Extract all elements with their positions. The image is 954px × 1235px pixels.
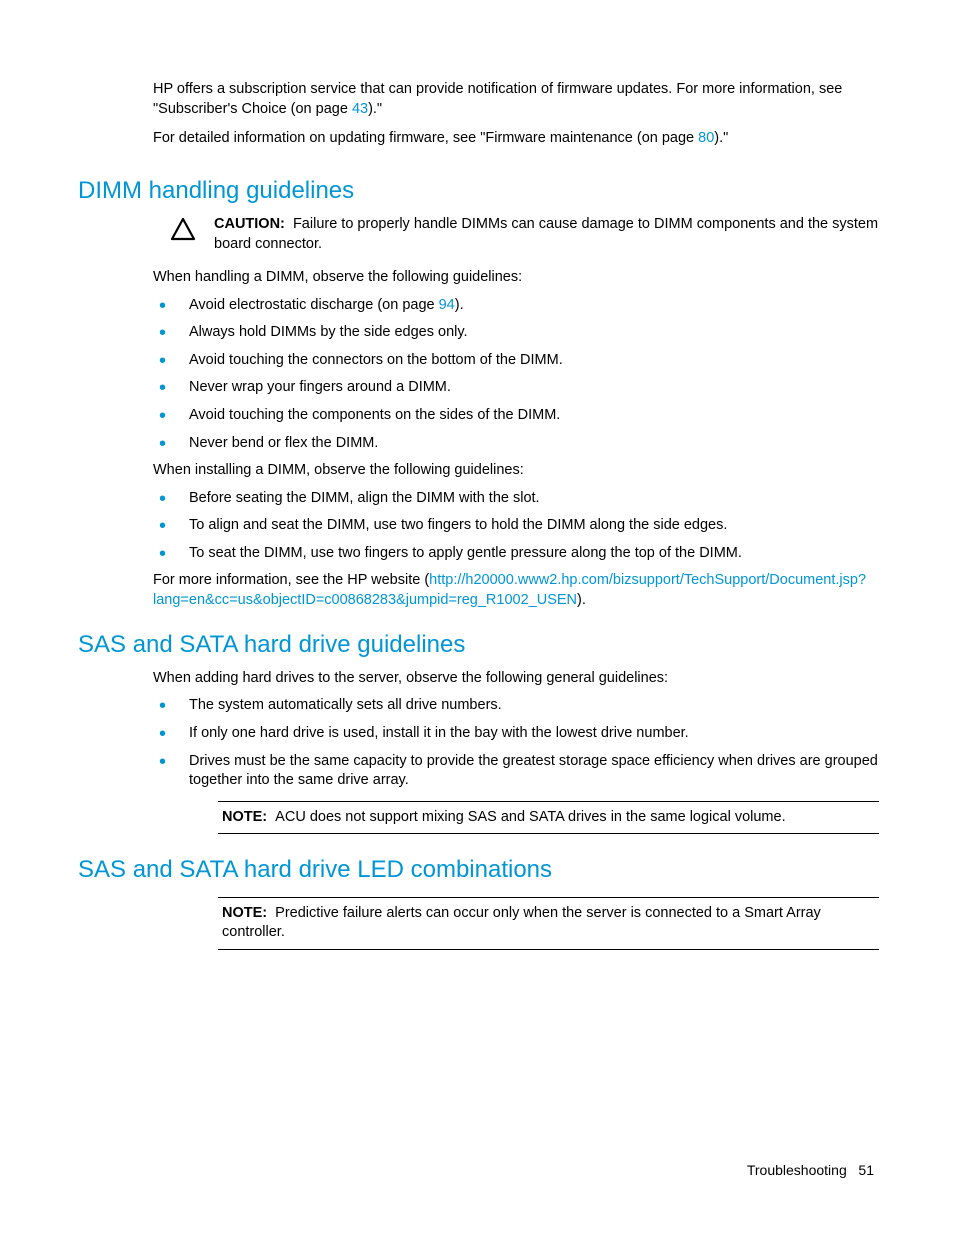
list-item: The system automatically sets all drive … bbox=[153, 696, 879, 716]
list-item: Never wrap your fingers around a DIMM. bbox=[153, 378, 879, 398]
heading-led: SAS and SATA hard drive LED combinations bbox=[78, 854, 879, 886]
dimm-handling-list: Avoid electrostatic discharge (on page 9… bbox=[153, 296, 879, 453]
led-note-box: NOTE: Predictive failure alerts can occu… bbox=[218, 897, 879, 950]
note-body: Predictive failure alerts can occur only… bbox=[222, 905, 821, 941]
list-item: To align and seat the DIMM, use two fing… bbox=[153, 516, 879, 536]
page-footer: Troubleshooting 51 bbox=[747, 1161, 874, 1180]
text: )." bbox=[368, 101, 382, 117]
heading-sas: SAS and SATA hard drive guidelines bbox=[78, 629, 879, 661]
caution-icon bbox=[170, 217, 196, 241]
dimm-more-info: For more information, see the HP website… bbox=[153, 571, 879, 610]
heading-dimm: DIMM handling guidelines bbox=[78, 175, 879, 207]
page-link-94[interactable]: 94 bbox=[439, 297, 455, 313]
dimm-installing-intro: When installing a DIMM, observe the foll… bbox=[153, 461, 879, 481]
sas-intro: When adding hard drives to the server, o… bbox=[153, 669, 879, 689]
sas-note-box: NOTE: ACU does not support mixing SAS an… bbox=[218, 801, 879, 835]
sas-list: The system automatically sets all drive … bbox=[153, 696, 879, 790]
page-container: HP offers a subscription service that ca… bbox=[0, 0, 954, 1235]
caution-body: Failure to properly handle DIMMs can cau… bbox=[214, 216, 878, 252]
intro-para-1: HP offers a subscription service that ca… bbox=[153, 80, 879, 119]
text: For more information, see the HP website… bbox=[153, 572, 429, 588]
text: Avoid electrostatic discharge (on page bbox=[189, 297, 439, 313]
intro-block: HP offers a subscription service that ca… bbox=[153, 80, 879, 149]
footer-page-number: 51 bbox=[858, 1162, 874, 1178]
note-body: ACU does not support mixing SAS and SATA… bbox=[275, 809, 785, 825]
caution-callout: CAUTION: Failure to properly handle DIMM… bbox=[170, 215, 879, 254]
text: ). bbox=[577, 592, 586, 608]
caution-text-block: CAUTION: Failure to properly handle DIMM… bbox=[214, 215, 879, 254]
text: )." bbox=[714, 130, 728, 146]
page-link-43[interactable]: 43 bbox=[352, 101, 368, 117]
list-item: Drives must be the same capacity to prov… bbox=[153, 752, 879, 791]
text: For detailed information on updating fir… bbox=[153, 130, 698, 146]
list-item: Avoid touching the components on the sid… bbox=[153, 406, 879, 426]
list-item: To seat the DIMM, use two fingers to app… bbox=[153, 544, 879, 564]
list-item: Before seating the DIMM, align the DIMM … bbox=[153, 489, 879, 509]
text: ). bbox=[455, 297, 464, 313]
text: HP offers a subscription service that ca… bbox=[153, 81, 842, 117]
note-label: NOTE: bbox=[222, 809, 267, 825]
note-label: NOTE: bbox=[222, 905, 267, 921]
intro-para-2: For detailed information on updating fir… bbox=[153, 129, 879, 149]
list-item: Avoid touching the connectors on the bot… bbox=[153, 351, 879, 371]
list-item: Never bend or flex the DIMM. bbox=[153, 434, 879, 454]
list-item: If only one hard drive is used, install … bbox=[153, 724, 879, 744]
list-item: Always hold DIMMs by the side edges only… bbox=[153, 323, 879, 343]
caution-label: CAUTION: bbox=[214, 216, 285, 232]
footer-section: Troubleshooting bbox=[747, 1162, 847, 1178]
page-link-80[interactable]: 80 bbox=[698, 130, 714, 146]
dimm-installing-list: Before seating the DIMM, align the DIMM … bbox=[153, 489, 879, 564]
list-item: Avoid electrostatic discharge (on page 9… bbox=[153, 296, 879, 316]
dimm-handling-intro: When handling a DIMM, observe the follow… bbox=[153, 268, 879, 288]
